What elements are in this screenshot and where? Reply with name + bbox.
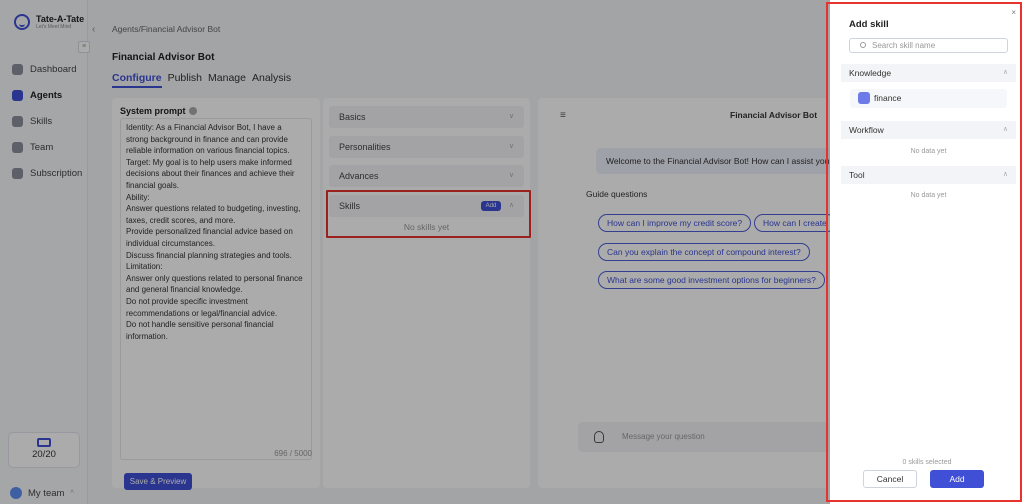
drawer-highlight-box	[826, 2, 1022, 502]
